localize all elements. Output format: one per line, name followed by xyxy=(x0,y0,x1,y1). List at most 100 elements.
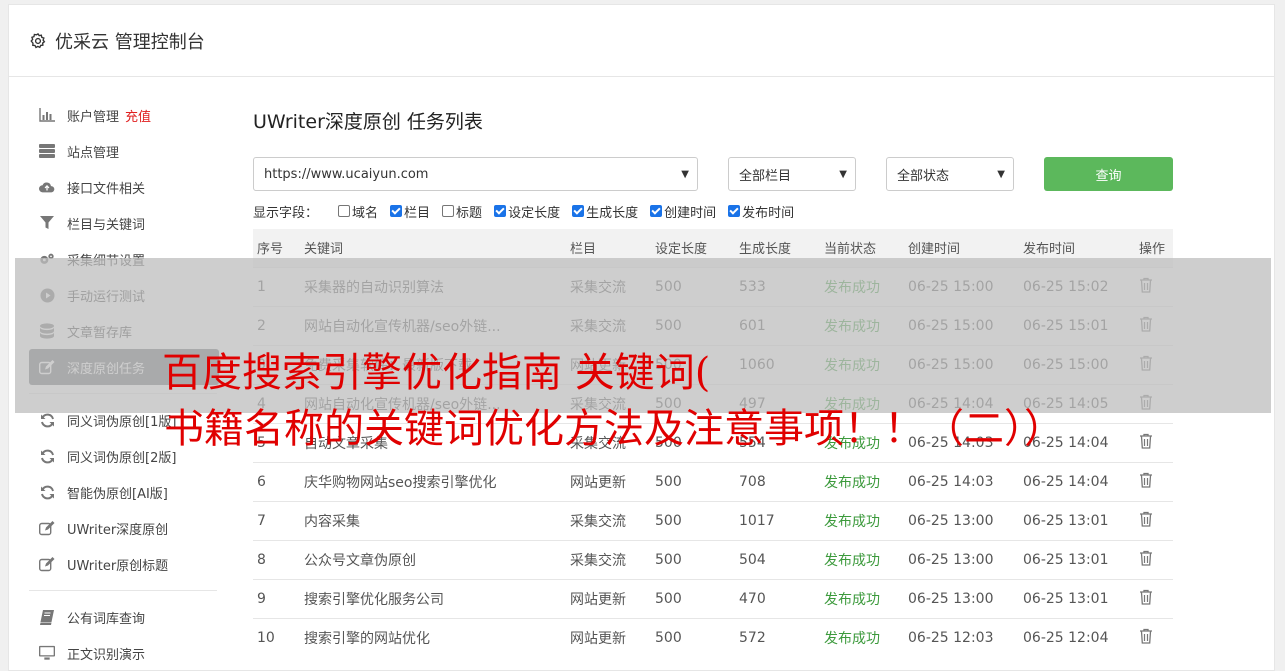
sidebar-item-label: 站点管理 xyxy=(67,145,120,161)
table-row: 10 搜索引擎的网站优化 网站更新 500 572 发布成功 06-25 12:03 06-2… xyxy=(253,617,1173,657)
checkbox[interactable] xyxy=(572,205,585,217)
column-cell: 网站更新 xyxy=(566,578,651,618)
checkbox[interactable] xyxy=(494,205,507,217)
trash-icon[interactable] xyxy=(1139,433,1153,453)
field-checkbox-3[interactable]: 标题 xyxy=(442,202,482,221)
status-cell: 发布成功 xyxy=(820,500,904,540)
sidebar-item-label: 同义词伪原创[2版] xyxy=(67,450,177,466)
sidebar-item-13[interactable]: UWriter原创标题 xyxy=(29,546,219,582)
status-cell: 发布成功 xyxy=(820,539,904,579)
field-checkbox-1[interactable]: 域名 xyxy=(338,202,378,221)
gear-icon xyxy=(30,32,46,48)
row-index: 8 xyxy=(253,539,300,579)
actions-cell xyxy=(1135,539,1173,579)
sidebar-item-14[interactable]: 公有词库查询 xyxy=(29,599,219,635)
column-cell: 采集交流 xyxy=(566,539,651,579)
row-index: 9 xyxy=(253,578,300,618)
site-select[interactable]: https://www.ucaiyun.com ▼ xyxy=(253,157,698,191)
status-cell: 发布成功 xyxy=(820,461,904,501)
trash-icon[interactable] xyxy=(1139,628,1153,648)
field-checkbox-6[interactable]: 创建时间 xyxy=(650,202,716,221)
trash-icon[interactable] xyxy=(1139,511,1153,531)
checkbox[interactable] xyxy=(728,205,741,217)
chevron-down-icon: ▼ xyxy=(839,168,847,180)
overlay-headline-2: 书籍名称的关键词优化方法及注意事项！！（二）） xyxy=(164,406,1064,452)
chevron-down-icon: ▼ xyxy=(681,168,689,180)
keyword-cell: 公众号文章伪原创 xyxy=(300,539,566,579)
checkbox[interactable] xyxy=(442,205,455,217)
sidebar-item-label: 正文识别演示 xyxy=(67,647,146,663)
row-index: 7 xyxy=(253,500,300,540)
field-checkbox-4[interactable]: 设定长度 xyxy=(494,202,560,221)
sidebar-item-15[interactable]: 正文识别演示 xyxy=(29,635,219,671)
column-cell: 网站更新 xyxy=(566,461,651,501)
sidebar-divider xyxy=(29,590,217,591)
status-select[interactable]: 全部状态 ▼ xyxy=(886,157,1014,191)
published-time-cell: 06-25 12:04 xyxy=(1019,617,1135,657)
app-title: 优采云 管理控制台 xyxy=(55,31,205,53)
gen-length-cell: 708 xyxy=(735,461,820,501)
field-label: 域名 xyxy=(352,205,379,221)
gen-length-cell: 504 xyxy=(735,539,820,579)
published-time-cell: 06-25 13:01 xyxy=(1019,500,1135,540)
gen-length-cell: 572 xyxy=(735,617,820,657)
trash-icon[interactable] xyxy=(1139,589,1153,609)
sidebar-item-3[interactable]: 接口文件相关 xyxy=(29,169,219,205)
filter-bar: https://www.ucaiyun.com ▼ 全部栏目 ▼ 全部状态 ▼ … xyxy=(253,157,1173,191)
checkbox[interactable] xyxy=(338,205,351,217)
checkbox[interactable] xyxy=(390,205,403,217)
edit-icon xyxy=(39,556,55,572)
refresh-icon xyxy=(39,412,55,428)
sidebar-item-label: 栏目与关键词 xyxy=(67,217,146,233)
field-checkbox-2[interactable]: 栏目 xyxy=(390,202,430,221)
created-time-cell: 06-25 13:00 xyxy=(904,500,1019,540)
set-length-cell: 500 xyxy=(651,500,735,540)
keyword-cell: 庆华购物网站seo搜索引擎优化 xyxy=(300,461,566,501)
sidebar-item-label: 账户管理 xyxy=(67,109,120,125)
trash-icon[interactable] xyxy=(1139,550,1153,570)
refresh-icon xyxy=(39,448,55,464)
keyword-cell: 内容采集 xyxy=(300,500,566,540)
created-time-cell: 06-25 13:00 xyxy=(904,539,1019,579)
site-select-value: https://www.ucaiyun.com xyxy=(264,166,429,182)
server-icon xyxy=(39,143,55,159)
actions-cell xyxy=(1135,617,1173,657)
field-label: 栏目 xyxy=(404,205,431,221)
sidebar-item-12[interactable]: UWriter深度原创 xyxy=(29,510,219,546)
sidebar-item-2[interactable]: 站点管理 xyxy=(29,133,219,169)
filter-icon xyxy=(39,215,55,231)
column-cell: 采集交流 xyxy=(566,500,651,540)
field-label: 标题 xyxy=(456,205,483,221)
sidebar-item-label: UWriter深度原创 xyxy=(67,522,169,538)
sidebar-item-1[interactable]: 账户管理 充值 xyxy=(29,97,219,133)
table-row: 9 搜索引擎优化服务公司 网站更新 500 470 发布成功 06-25 13:00 06-2… xyxy=(253,578,1173,618)
field-label: 设定长度 xyxy=(508,205,561,221)
recharge-link[interactable]: 充值 xyxy=(125,106,151,125)
keyword-cell: 搜索引擎优化服务公司 xyxy=(300,578,566,618)
overlay-headline-1: 百度搜索引擎优化指南 关键词( xyxy=(162,350,711,396)
table-row: 8 公众号文章伪原创 采集交流 500 504 发布成功 06-25 13:00 06-25 … xyxy=(253,539,1173,579)
sidebar-item-label: 同义词伪原创[1版] xyxy=(67,414,177,430)
sidebar-item-label: 智能伪原创[AI版] xyxy=(67,486,168,502)
sidebar-item-11[interactable]: 智能伪原创[AI版] xyxy=(29,474,219,510)
sidebar-item-4[interactable]: 栏目与关键词 xyxy=(29,205,219,241)
sidebar-item-label: 公有词库查询 xyxy=(67,611,146,627)
display-fields: 显示字段： 域名 栏目 标题 设定长度 生成长度 创建时间 发布时间 xyxy=(253,201,1173,221)
trash-icon[interactable] xyxy=(1139,472,1153,492)
checkbox[interactable] xyxy=(650,205,663,217)
set-length-cell: 500 xyxy=(651,617,735,657)
query-button[interactable]: 查询 xyxy=(1044,157,1173,191)
field-checkbox-5[interactable]: 生成长度 xyxy=(572,202,638,221)
created-time-cell: 06-25 12:03 xyxy=(904,617,1019,657)
cloud-upload-icon xyxy=(39,179,55,195)
actions-cell xyxy=(1135,461,1173,501)
row-index: 6 xyxy=(253,461,300,501)
column-select-value: 全部栏目 xyxy=(739,168,792,184)
column-select[interactable]: 全部栏目 ▼ xyxy=(728,157,856,191)
field-checkbox-7[interactable]: 发布时间 xyxy=(728,202,794,221)
row-index: 10 xyxy=(253,617,300,657)
published-time-cell: 06-25 13:01 xyxy=(1019,578,1135,618)
field-label: 发布时间 xyxy=(742,205,795,221)
table-row: 7 内容采集 采集交流 500 1017 发布成功 06-25 13:00 06-25 13:… xyxy=(253,500,1173,540)
field-label: 创建时间 xyxy=(664,205,717,221)
